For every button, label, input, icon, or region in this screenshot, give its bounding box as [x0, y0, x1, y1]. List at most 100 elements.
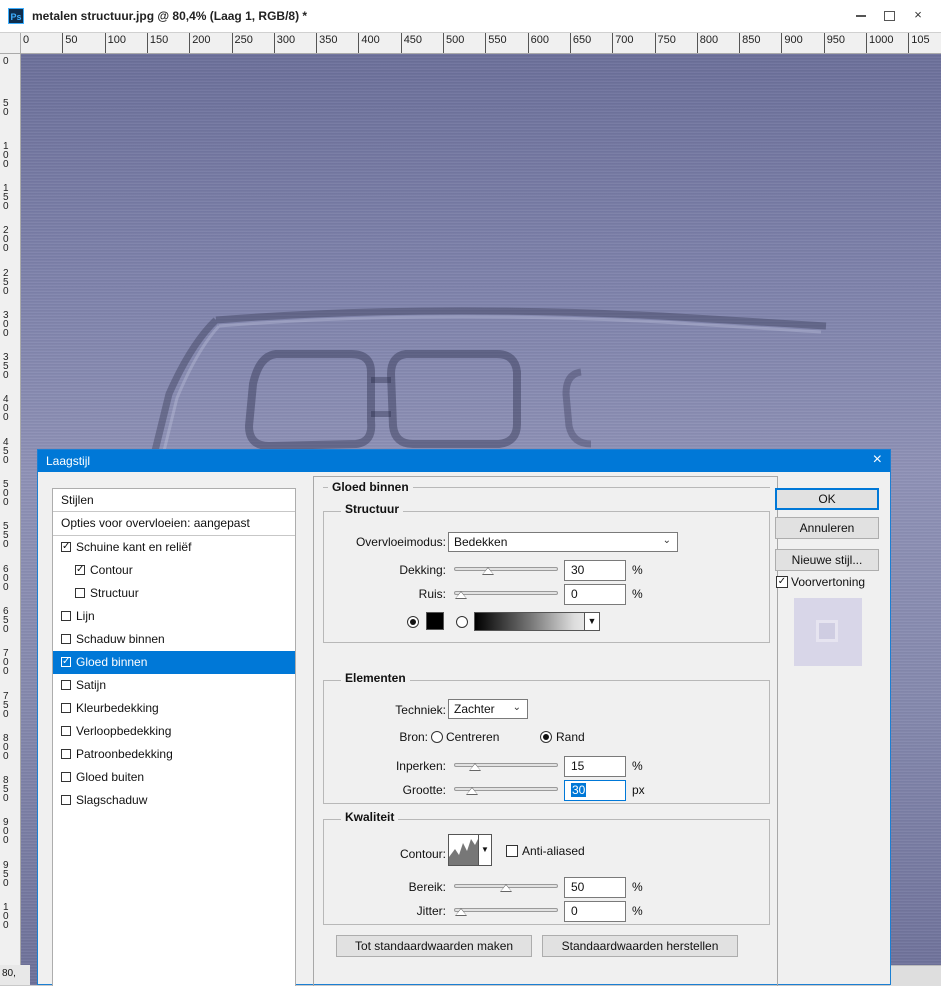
structuur-legend: Structuur — [341, 502, 403, 516]
contour-dropdown-arrow-icon[interactable]: ▼ — [478, 835, 491, 865]
size-slider-thumb[interactable] — [465, 787, 478, 795]
horizontal-scrollbar[interactable] — [890, 965, 941, 986]
ruler-tick: 400 — [358, 33, 380, 53]
minimize-button[interactable] — [847, 4, 875, 28]
opacity-unit: % — [632, 563, 643, 577]
style-item-checkbox[interactable] — [61, 726, 71, 736]
style-item-label: Lijn — [76, 609, 95, 623]
ruler-tick: 450 — [400, 33, 422, 53]
style-item[interactable]: ✓ Contour — [53, 559, 295, 582]
style-item[interactable]: Satijn — [53, 674, 295, 697]
document-title: metalen structuur.jpg @ 80,4% (Laag 1, R… — [32, 9, 308, 23]
style-item-checkbox[interactable]: ✓ — [61, 657, 71, 667]
ruler-tick-label: 200 — [3, 225, 9, 255]
contour-picker[interactable]: ▼ — [448, 834, 492, 866]
range-unit: % — [632, 880, 643, 894]
ruler-origin[interactable] — [0, 33, 21, 54]
style-item-checkbox[interactable] — [61, 703, 71, 713]
technique-value: Zachter — [454, 702, 495, 716]
technique-select[interactable]: Zachter ⌄ — [448, 699, 528, 719]
opacity-label: Dekking: — [399, 563, 446, 577]
make-default-button[interactable]: Tot standaardwaarden maken — [336, 935, 532, 957]
choke-label: Inperken: — [395, 759, 446, 773]
anti-aliased-checkbox[interactable] — [506, 845, 518, 857]
range-slider-thumb[interactable] — [500, 884, 512, 892]
ruler-tick-label: 50 — [3, 98, 9, 119]
ruler-tick-label: 700 — [615, 34, 634, 46]
gradient-dropdown-arrow-icon[interactable]: ▼ — [584, 613, 599, 630]
source-edge-radio[interactable] — [540, 731, 552, 743]
maximize-button[interactable] — [875, 4, 903, 28]
horizontal-ruler[interactable]: 0 50 100 150 200 250 300 350 400 450 500 550 600 650 7… — [20, 33, 941, 54]
gradient-picker[interactable]: ▼ — [474, 612, 600, 631]
noise-input[interactable]: 0 — [564, 584, 626, 605]
anti-aliased-label: Anti-aliased — [522, 844, 585, 858]
style-item-checkbox[interactable] — [61, 680, 71, 690]
reset-default-button[interactable]: Standaardwaarden herstellen — [542, 935, 738, 957]
jitter-input[interactable]: 0 — [564, 901, 626, 922]
gradient-radio[interactable] — [456, 616, 468, 628]
style-preview-inner — [816, 620, 838, 642]
ruler-tick-label: 650 — [3, 605, 9, 635]
opacity-slider[interactable] — [454, 567, 558, 575]
dialog-titlebar: Laagstijl × — [38, 450, 890, 472]
style-item[interactable]: Patroonbedekking — [53, 743, 295, 766]
choke-slider-thumb[interactable] — [468, 763, 481, 771]
noise-slider-thumb[interactable] — [455, 591, 467, 599]
blending-options-item[interactable]: Opties voor overvloeien: aangepast — [53, 512, 295, 536]
style-item-label: Gloed buiten — [76, 770, 145, 784]
choke-slider[interactable] — [454, 763, 558, 771]
jitter-unit: % — [632, 904, 643, 918]
style-item[interactable]: Structuur — [53, 582, 295, 605]
style-item-checkbox[interactable] — [61, 749, 71, 759]
style-item-checkbox[interactable] — [75, 588, 85, 598]
ruler-tick-label: 350 — [319, 34, 338, 46]
size-input[interactable]: 30 — [564, 780, 626, 801]
noise-slider[interactable] — [454, 591, 558, 599]
document-titlebar: Ps metalen structuur.jpg @ 80,4% (Laag 1… — [0, 0, 941, 33]
preview-checkbox[interactable]: ✓ — [776, 576, 788, 588]
technique-label: Techniek: — [395, 703, 446, 717]
opacity-slider-thumb[interactable] — [482, 567, 494, 575]
styles-header[interactable]: Stijlen — [53, 489, 295, 512]
style-item-label: Contour — [90, 563, 133, 577]
style-item[interactable]: Lijn — [53, 605, 295, 628]
source-center-radio[interactable] — [431, 731, 443, 743]
opacity-input[interactable]: 30 — [564, 560, 626, 581]
size-slider[interactable] — [454, 787, 558, 795]
style-item[interactable]: ✓ Schuine kant en reliëf — [53, 536, 295, 559]
style-item[interactable]: Slagschaduw — [53, 789, 295, 812]
dialog-close-button[interactable]: × — [873, 451, 882, 469]
ruler-tick-label: 800 — [699, 34, 719, 46]
close-window-button[interactable]: × — [904, 4, 932, 28]
range-input[interactable]: 50 — [564, 877, 626, 898]
ok-button[interactable]: OK — [775, 488, 879, 510]
style-item-checkbox[interactable] — [61, 772, 71, 782]
range-slider[interactable] — [454, 884, 558, 892]
jitter-slider[interactable] — [454, 908, 558, 916]
glow-color-swatch[interactable] — [426, 612, 444, 630]
jitter-slider-thumb[interactable] — [455, 908, 467, 916]
source-center-label: Centreren — [446, 730, 500, 744]
style-item-checkbox[interactable] — [61, 611, 71, 621]
source-label: Bron: — [399, 730, 428, 744]
ruler-tick-label: 0 — [23, 34, 30, 46]
ruler-tick: 250 — [231, 33, 253, 53]
style-item[interactable]: Gloed buiten — [53, 766, 295, 789]
choke-input[interactable]: 15 — [564, 756, 626, 777]
style-item-checkbox[interactable]: ✓ — [75, 565, 85, 575]
ruler-tick-label: 450 — [3, 436, 9, 466]
style-item-checkbox[interactable]: ✓ — [61, 542, 71, 552]
style-item[interactable]: Verloopbedekking — [53, 720, 295, 743]
blend-mode-select[interactable]: Bedekken ⌄ — [448, 532, 678, 552]
style-item[interactable]: ✓ Gloed binnen — [53, 651, 295, 674]
vertical-ruler[interactable]: 0 50 100 150 200 250 300 350 400 450 500 550 600 650 7… — [0, 33, 21, 983]
cancel-button[interactable]: Annuleren — [775, 517, 879, 539]
style-preview-thumbnail — [794, 598, 862, 666]
new-style-button[interactable]: Nieuwe stijl... — [775, 549, 879, 571]
style-item-checkbox[interactable] — [61, 634, 71, 644]
style-item[interactable]: Kleurbedekking — [53, 697, 295, 720]
style-item-checkbox[interactable] — [61, 795, 71, 805]
style-item[interactable]: Schaduw binnen — [53, 628, 295, 651]
solid-color-radio[interactable] — [407, 616, 419, 628]
